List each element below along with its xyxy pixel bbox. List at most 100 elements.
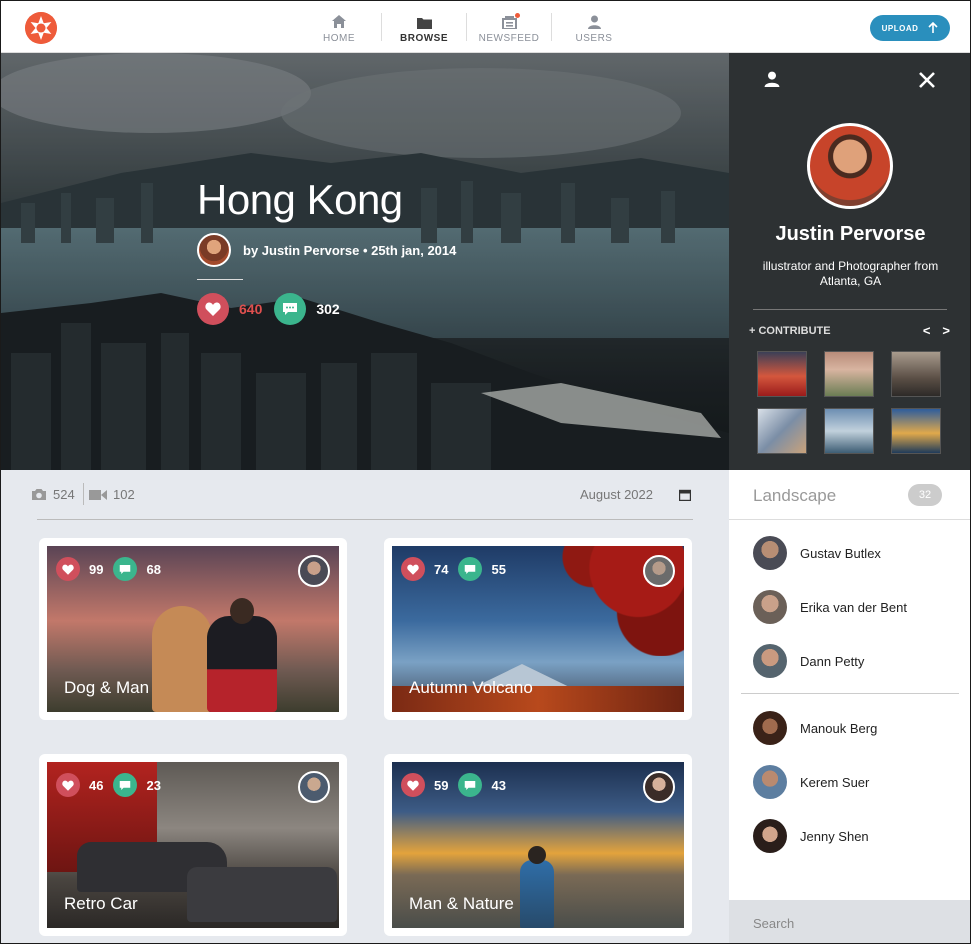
hero-divider [197,279,243,280]
card-like-count: 99 [89,561,104,577]
contribution-thumbnails [757,351,943,454]
upload-button[interactable]: UPLOAD [870,15,950,41]
photo-card-autumn-volcano[interactable]: 74 55 Autumn Volcano [384,538,692,720]
user-list-item[interactable]: Kerem Suer [753,765,869,799]
card-stats: 99 68 [56,557,171,581]
photo-card-man-nature[interactable]: 59 43 Man & Nature [384,754,692,936]
thumbnail[interactable] [891,408,941,454]
photo-count[interactable]: 524 [31,487,75,502]
photo-card-retro-car[interactable]: 46 23 Retro Car [39,754,347,936]
search-input[interactable] [753,916,943,931]
card-title: Retro Car [64,894,138,913]
user-icon [587,11,601,29]
card-author-avatar[interactable] [643,555,675,587]
category-title: Landscape [753,486,837,505]
like-button[interactable] [401,773,425,797]
hero-author[interactable]: by Justin Pervorse • 25th jan, 2014 [197,233,456,267]
card-author-avatar[interactable] [298,771,330,803]
heart-icon [407,564,419,575]
author-avatar[interactable] [197,233,231,267]
user-list-item[interactable]: Manouk Berg [753,711,877,745]
photo-card-dog-man[interactable]: 99 68 Dog & Man [39,538,347,720]
nav-users[interactable]: USERS [552,1,636,53]
card-like-count: 59 [434,777,449,793]
user-list-item[interactable]: Dann Petty [753,644,864,678]
card-image: 74 55 Autumn Volcano [392,546,684,712]
card-comment-count: 55 [491,561,506,577]
user-list-panel: Landscape 32 Gustav Butlex Erika van der… [729,470,970,900]
close-icon[interactable] [918,71,936,94]
comment-icon [465,564,476,574]
like-button[interactable] [197,293,229,325]
user-list-item[interactable]: Erika van der Bent [753,590,907,624]
newsfeed-icon [501,11,517,29]
heart-icon [62,564,74,575]
card-stats: 59 43 [401,773,516,797]
next-arrow-icon[interactable]: > [942,323,950,338]
comment-icon [465,780,476,790]
nav-newsfeed[interactable]: NEWSFEED [467,1,551,53]
thumbnail[interactable] [757,351,807,397]
card-author-avatar[interactable] [643,771,675,803]
thumbnail[interactable] [824,351,874,397]
nav-newsfeed-label: NEWSFEED [478,32,540,44]
video-camera-icon [89,489,107,500]
user-avatar[interactable] [753,765,787,799]
thumbnail[interactable] [891,351,941,397]
contribute-link[interactable]: + CONTRIBUTE [749,325,831,337]
nav-browse[interactable]: BROWSE [382,1,466,53]
like-button[interactable] [56,773,80,797]
home-icon [331,11,347,29]
video-count-value: 102 [113,487,135,502]
hero-comment-count: 302 [316,301,340,317]
comment-button[interactable] [458,557,483,581]
user-list-item[interactable]: Jenny Shen [753,819,869,853]
user-name: Erika van der Bent [800,599,907,615]
list-section-divider [741,693,959,694]
card-title: Man & Nature [409,894,514,913]
comment-button[interactable] [113,557,138,581]
hero-banner: Hong Kong by Justin Pervorse • 25th jan,… [1,53,729,470]
user-avatar[interactable] [753,536,787,570]
calendar-icon[interactable] [678,488,692,506]
nav-users-label: USERS [575,32,613,44]
thumbnail[interactable] [824,408,874,454]
camera-aperture-logo-icon[interactable] [25,12,57,44]
user-avatar[interactable] [753,711,787,745]
user-avatar[interactable] [753,590,787,624]
profile-avatar[interactable] [807,123,893,209]
notification-dot [515,13,520,18]
prev-arrow-icon[interactable]: < [923,323,931,338]
comment-icon [120,564,131,574]
nav-home[interactable]: HOME [297,1,381,53]
top-navigation-bar: HOME BROWSE NEWSFEED USERS UPLOAD [1,1,970,53]
comment-button[interactable] [458,773,483,797]
user-avatar[interactable] [753,819,787,853]
folder-icon [416,11,432,29]
profile-user-icon[interactable] [764,71,780,92]
upload-button-label: UPLOAD [881,23,919,33]
nav-browse-label: BROWSE [400,32,448,44]
card-image: 59 43 Man & Nature [392,762,684,928]
comment-icon [120,780,131,790]
like-button[interactable] [401,557,425,581]
card-comment-count: 68 [146,561,161,577]
list-header-divider [729,519,970,520]
comment-button[interactable] [113,773,138,797]
like-button[interactable] [56,557,80,581]
card-title: Dog & Man [64,678,150,697]
user-list-item[interactable]: Gustav Butlex [753,536,881,570]
date-filter[interactable]: August 2022 [580,487,653,502]
toolbar-divider [83,483,84,505]
nav-home-label: HOME [323,32,355,44]
photo-count-value: 524 [53,487,75,502]
user-avatar[interactable] [753,644,787,678]
search-bar [729,900,970,943]
profile-panel: Justin Pervorse illustrator and Photogra… [729,53,970,470]
video-count[interactable]: 102 [89,487,135,502]
heart-icon [407,780,419,791]
comment-button[interactable] [274,293,307,325]
thumbnail[interactable] [757,408,807,454]
card-comment-count: 43 [491,777,506,793]
card-author-avatar[interactable] [298,555,330,587]
